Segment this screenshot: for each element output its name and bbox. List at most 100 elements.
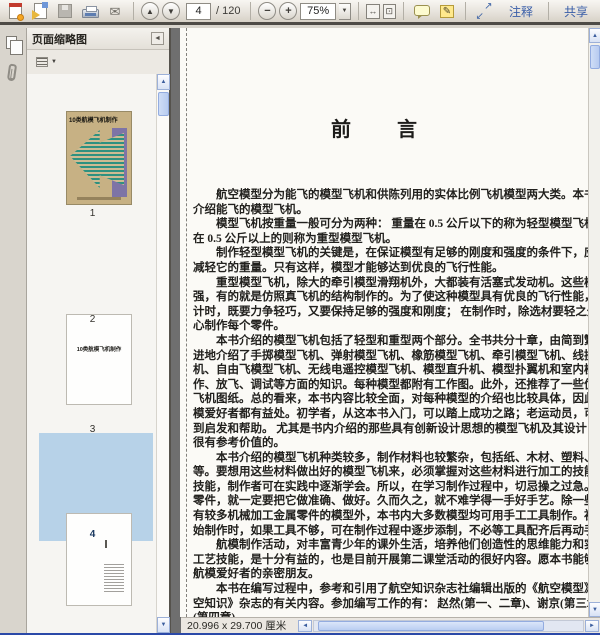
- title-page-text: 10类航模飞机制作: [76, 347, 122, 353]
- page3-mark: [105, 540, 107, 548]
- zoom-in-button[interactable]: +: [279, 2, 298, 20]
- email-button[interactable]: ✉: [104, 1, 126, 22]
- thumbnail-options-row: ▼: [27, 50, 169, 74]
- create-pdf-icon: [8, 3, 24, 21]
- page-total-label: / 120: [216, 5, 241, 17]
- navigation-pane-strip: [0, 28, 27, 633]
- page-thumbnails-tab-icon[interactable]: [6, 36, 23, 55]
- thumbnail-list: 10类航模飞机制作 1 10类航模飞机制作 2 3 4 目: [27, 74, 156, 633]
- toolbar-separator: [548, 2, 549, 20]
- save-button[interactable]: [54, 1, 76, 22]
- annotate-button[interactable]: ✎: [436, 1, 458, 22]
- page-body: 航空模型分为能飞的模型飞机和供陈列用的实体比例飞机模型两大类。本书 介绍能飞的模…: [193, 188, 600, 617]
- thumbnail-options-button[interactable]: ▼: [33, 55, 60, 69]
- text-line: 减轻它的重量。只有这样，模型才能够达到优良的飞行性能。: [193, 261, 504, 274]
- next-page-button[interactable]: ▼: [162, 2, 180, 20]
- text-line: 在 0.5 公斤以上的则称为重型模型飞机。: [193, 232, 398, 245]
- open-file-button[interactable]: [29, 1, 51, 22]
- text-line: 飞机图纸。总的看来，本书内容比较全面，对每种模型的介绍也比较具体，因此对: [193, 393, 600, 406]
- comment-bubble-icon: [413, 4, 430, 19]
- print-button[interactable]: [79, 1, 101, 22]
- page-number-input[interactable]: [186, 2, 211, 20]
- scroll-down-button[interactable]: ▼: [157, 617, 170, 633]
- text-line: 到启发和帮助。 尤其是书内介绍的那些具有创新设计思想的模型飞机及其设计: [193, 422, 587, 435]
- scrollbar-thumb[interactable]: [590, 45, 600, 69]
- comments-panel-link[interactable]: 注释: [509, 3, 533, 20]
- text-line: 航模爱好者的亲密朋友。: [193, 568, 320, 581]
- fit-width-button[interactable]: ↔: [366, 3, 380, 19]
- toolbar-separator: [250, 2, 252, 20]
- comment-bubble-button[interactable]: [411, 1, 433, 22]
- fit-page-button[interactable]: ⊡: [382, 3, 396, 19]
- chevron-down-icon: ▼: [51, 59, 57, 65]
- scrollbar-thumb[interactable]: [158, 92, 169, 116]
- toolbar: ✉ ▲ ▼ / 120 − + 75% ▼ ↔ ⊡ ✎ ↗↙ 注释 共享: [0, 0, 600, 25]
- toolbar-separator: [402, 2, 404, 20]
- scroll-right-button[interactable]: ►: [585, 619, 599, 632]
- status-bar: 20.996 x 29.700 厘米 ◄ ►: [181, 617, 600, 633]
- email-icon: ✉: [109, 3, 121, 19]
- options-list-icon: [36, 57, 48, 67]
- thumbnail-page-1[interactable]: 10类航模飞机制作: [66, 111, 132, 205]
- zoom-level-input[interactable]: 75%: [300, 2, 336, 20]
- page3-text-block: [104, 564, 124, 592]
- document-page[interactable]: 前 言 航空模型分为能飞的模型飞机和供陈列用的实体比例飞机模型两大类。本书 介绍…: [180, 28, 600, 617]
- thumbnail-label: 2: [89, 314, 96, 325]
- zoom-out-button[interactable]: −: [258, 2, 277, 20]
- toolbar-separator: [464, 2, 466, 20]
- scroll-left-button[interactable]: ◄: [298, 619, 313, 632]
- thumbnail-label-selected: 4: [89, 529, 96, 540]
- cover-title: 10类航模飞机制作: [69, 118, 118, 124]
- create-pdf-button[interactable]: [4, 1, 26, 22]
- text-line: 零件，就一定要把它做准确、做好。久而久之，就不难学得一手好手艺。除一些较: [193, 495, 600, 508]
- document-vertical-scrollbar[interactable]: ▲ ▼: [588, 28, 600, 617]
- text-line: 模爱好者都有益处。初学者，从这本书入门，可以踏上成功之路；老运动员，可从本: [193, 407, 600, 420]
- thumbnail-page-3[interactable]: [66, 513, 132, 606]
- toolbar-separator: [133, 2, 134, 20]
- collapse-panel-button[interactable]: ◄: [151, 32, 164, 45]
- open-file-icon: [31, 2, 48, 20]
- previous-page-button[interactable]: ▲: [141, 2, 159, 20]
- text-line: 很有参考价值的。: [193, 437, 285, 450]
- fullscreen-button[interactable]: ↗ ↙: [473, 1, 495, 22]
- text-line: 模型飞机按重量一般可分为两种： 重量在 0.5 公斤以下的称为轻型模型飞机: [193, 218, 596, 231]
- annotate-icon: ✎: [439, 4, 454, 18]
- text-line: 本书在编写过程中，参考和引用了航空知识杂志社编辑出版的《航空模型》杂: [193, 583, 600, 596]
- save-icon: [58, 4, 72, 18]
- thumbnail-panel: 页面缩略图 ◄ ▼ 10类航模飞机制作 1 10类航模飞机制作 2 3 4 ▲ …: [27, 28, 171, 633]
- zoom-dropdown-button[interactable]: ▼: [338, 2, 352, 20]
- cover-art-arrow: [70, 130, 124, 188]
- document-horizontal-scrollbar[interactable]: [313, 619, 584, 632]
- scroll-down-button[interactable]: ▼: [589, 602, 600, 617]
- text-line: 作、放飞、调试等方面的知识。每种模型都附有工作图。此外，还推荐了一些优秀: [193, 378, 600, 391]
- scrollbar-thumb[interactable]: [318, 620, 544, 631]
- text-line: 重型模型飞机，除大的牵引模型滑翔机外，大都装有活塞式发动机。这些模型: [193, 276, 600, 289]
- share-panel-link[interactable]: 共享: [564, 3, 588, 20]
- thumbnail-panel-header: 页面缩略图 ◄: [27, 28, 169, 50]
- text-line: 计时，既要力争轻巧，又要保持足够的强度和刚度； 在制作时，除选材要轻之外，还: [193, 305, 600, 318]
- attachments-tab-icon[interactable]: [6, 63, 18, 82]
- text-line: 等。要想用这些材料做出好的模型飞机来，必须掌握对这些材料进行加工的技能，: [193, 466, 600, 479]
- text-line: 制作轻型模型飞机的关键是，在保证模型有足够的刚度和强度的条件下，应尽: [193, 247, 600, 260]
- text-line: 始制作时，如果工具不够，可在制作过程中逐步添制，不必等工具配齐后再动手。: [193, 524, 600, 537]
- text-line: 本书介绍的模型飞机包括了轻型和重型两个部分。全书共分十章，由简到繁，: [193, 334, 600, 347]
- text-line: 本书介绍的模型飞机种类较多，制作材料也较繁杂，包括纸、木材、塑料、金属、: [193, 451, 600, 464]
- text-line: 空知识》杂志的有关内容。参加编写工作的有： 赵然(第一、二章)、谢京(第三章)、: [193, 597, 600, 610]
- text-line: 有较多机械加工金属零件的模型外，本书内大多数模型均可用手工工具制作。初: [193, 510, 596, 523]
- document-pane: 前 言 航空模型分为能飞的模型飞机和供陈列用的实体比例飞机模型两大类。本书 介绍…: [171, 28, 600, 633]
- page-dimensions-label: 20.996 x 29.700 厘米: [187, 620, 287, 632]
- text-line: 进地介绍了手掷模型飞机、弹射模型飞机、橡筋模型飞机、牵引模型飞机、线操纵: [193, 349, 600, 362]
- thumbnail-label: 3: [89, 424, 96, 435]
- scroll-up-button[interactable]: ▲: [157, 74, 170, 90]
- panel-title: 页面缩略图: [32, 33, 87, 46]
- scroll-up-button[interactable]: ▲: [589, 28, 600, 43]
- thumbnail-label: 1: [89, 208, 96, 219]
- text-line: 航模制作活动，对丰富青少年的课外生活，培养他们创造性的思维能力和实际: [193, 539, 600, 552]
- text-line: 强，有的就是仿照真飞机的结构制作的。为了使这种模型具有优良的飞行性能，在: [193, 291, 600, 304]
- text-line: 机、自由飞模型飞机、无线电遥控模型飞机、模型直升机、模型扑翼机和室内模型飞: [193, 364, 600, 377]
- text-line: 技能，制作者可在实践中逐渐学会。所以，在学习制作过程中，切忌操之过急。每: [193, 480, 600, 493]
- thumbnail-scrollbar[interactable]: ▲ ▼: [156, 74, 170, 633]
- text-line: 航空模型分为能飞的模型飞机和供陈列用的实体比例飞机模型两大类。本书: [193, 189, 596, 201]
- toolbar-separator: [358, 2, 360, 20]
- thumbnail-page-2[interactable]: 10类航模飞机制作: [66, 314, 132, 405]
